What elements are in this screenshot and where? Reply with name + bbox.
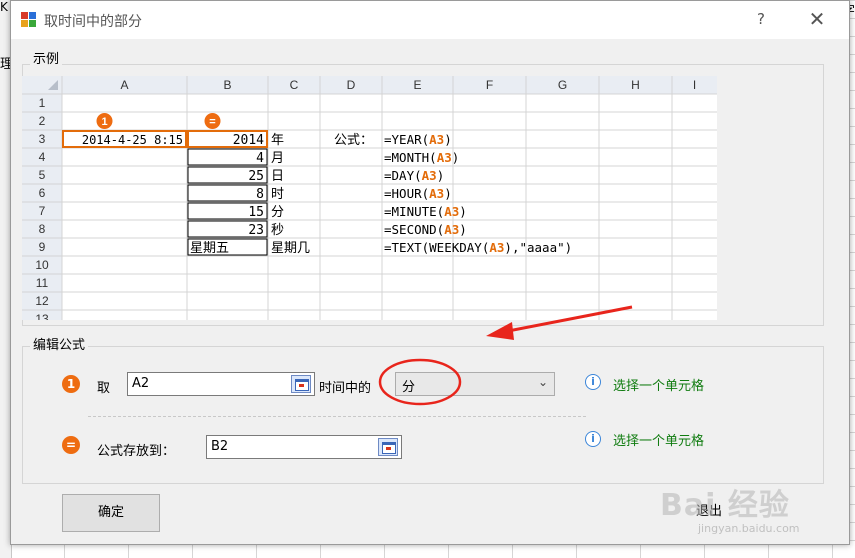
marker-b-label: = (209, 116, 215, 128)
column-header: F (486, 78, 493, 92)
cell-c-label: 星期几 (271, 241, 310, 256)
time-part-selected-value: 分 (402, 380, 416, 395)
cell-c-label: 年 (271, 133, 284, 148)
cell-b-value: 星期五 (190, 241, 229, 256)
marker-a-label: 1 (101, 116, 107, 128)
watermark-url: jingyan.baidu.com (698, 522, 800, 535)
separator-line (88, 416, 586, 417)
edit-formula-group (22, 346, 824, 484)
formula-text: =DAY(A3) (384, 168, 444, 183)
row-header: 13 (35, 312, 49, 320)
edit-formula-group-label: 编辑公式 (30, 334, 89, 353)
column-header: D (347, 78, 356, 92)
info-icon: i (585, 374, 601, 390)
step-one-badge: 1 (62, 375, 80, 393)
example-spreadsheet-image: A B C D E F G H I 1 2 3 4 5 6 7 8 9 10 11 12 13 1 = 2014-4-25 8:… (22, 76, 717, 320)
cell-picker-icon[interactable] (291, 375, 311, 393)
formula-text: =YEAR(A3) (384, 132, 452, 147)
formula-text: =HOUR(A3) (384, 186, 452, 201)
column-header: I (693, 78, 696, 92)
chevron-down-icon: ⌄ (537, 375, 548, 389)
formula-text: =MONTH(A3) (384, 150, 459, 165)
target-cell-value: B2 (211, 439, 229, 454)
formula-text: =TEXT(WEEKDAY(A3),"aaaa") (384, 240, 572, 255)
cell-c-label: 日 (271, 169, 284, 184)
column-header: E (413, 78, 421, 92)
cell-b-value: 15 (248, 205, 264, 220)
title-bar: 取时间中的部分 ? ✕ (11, 1, 849, 39)
row-header: 3 (39, 132, 46, 146)
formula-text: =SECOND(A3) (384, 222, 467, 237)
source-cell-input[interactable]: A2 (127, 372, 315, 396)
time-part-select[interactable]: 分 ⌄ (395, 372, 555, 396)
column-header: C (290, 78, 299, 92)
cell-c-label: 秒 (271, 223, 284, 238)
formula-text: =MINUTE(A3) (384, 204, 467, 219)
column-header: A (120, 78, 128, 92)
cell-b-value: 8 (256, 187, 264, 202)
ok-button[interactable]: 确定 (62, 494, 160, 532)
cell-c-label: 月 (271, 151, 284, 166)
take-label: 取 (97, 381, 111, 396)
row-header: 9 (39, 240, 46, 254)
formula-label: 公式： (334, 133, 373, 148)
spreadsheet-grid: A B C D E F G H I123456789101112131 =2014-4-25 8:… (22, 76, 717, 320)
row-header: 1 (39, 96, 46, 110)
info-icon: i (585, 431, 601, 447)
watermark-brand: Bai 经验 (660, 488, 790, 523)
help-button[interactable]: ? (751, 10, 771, 30)
app-icon (21, 12, 37, 28)
cell-b-value: 4 (256, 151, 264, 166)
cell-b-border (187, 184, 268, 202)
row-header: 5 (39, 168, 46, 182)
cell-c-label: 时 (271, 187, 284, 202)
source-cell-value: A2 (132, 376, 150, 391)
cell-b-value: 2014 (233, 133, 264, 148)
example-group-label: 示例 (30, 48, 63, 67)
baidu-watermark: Bai 经验 jingyan.baidu.com (660, 470, 810, 540)
time-part-label: 时间中的 (319, 381, 372, 396)
background-corner-text: K (0, 0, 8, 14)
row-header: 12 (35, 294, 49, 308)
cell-b-value: 23 (248, 223, 264, 238)
select-cell-link-source[interactable]: 选择一个单元格 (613, 375, 704, 394)
row-header: 6 (39, 186, 46, 200)
row-header: 4 (39, 150, 46, 164)
column-header: B (223, 78, 231, 92)
close-button[interactable]: ✕ (806, 8, 828, 30)
cell-b-border (187, 148, 268, 166)
cell-a3: 2014-4-25 8:15 (82, 133, 183, 147)
target-label: 公式存放到： (97, 444, 176, 459)
cell-c-label: 分 (271, 205, 284, 220)
window-title: 取时间中的部分 (44, 14, 142, 30)
row-header: 2 (39, 114, 46, 128)
row-header: 11 (36, 276, 49, 290)
row-header: 7 (39, 204, 46, 218)
step-two-badge: = (62, 436, 80, 454)
row-header: 8 (39, 222, 46, 236)
row-header: 10 (35, 258, 49, 272)
column-header: G (558, 78, 567, 92)
select-cell-link-target[interactable]: 选择一个单元格 (613, 430, 704, 449)
target-cell-input[interactable]: B2 (206, 435, 402, 459)
column-header: H (631, 78, 640, 92)
cell-b-value: 25 (248, 169, 264, 184)
cell-picker-icon[interactable] (378, 438, 398, 456)
